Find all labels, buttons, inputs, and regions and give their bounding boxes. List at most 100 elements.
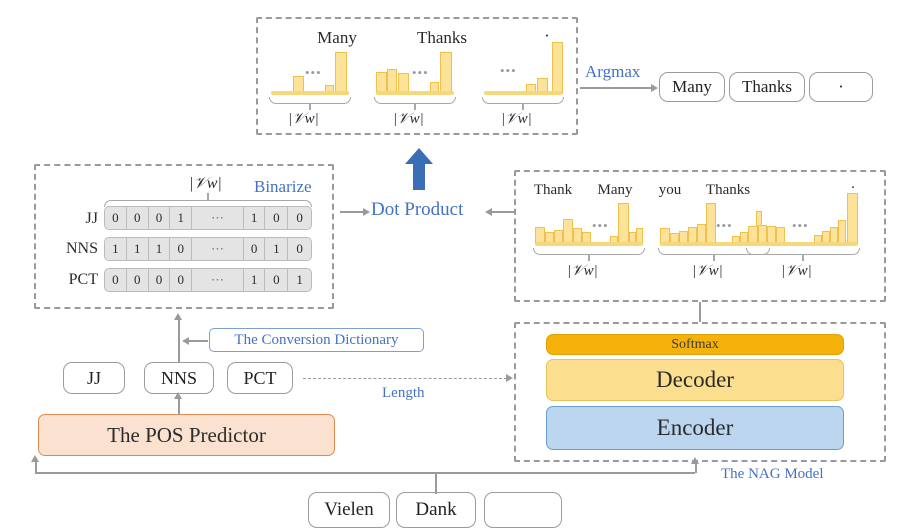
histogram-baseline bbox=[748, 242, 858, 246]
vocab-brace-stem-2 bbox=[522, 103, 524, 110]
layer-softmax-label: Softmax bbox=[671, 336, 719, 352]
input-to-pos-arrow bbox=[31, 455, 39, 462]
matrix-row-label-1: NNS bbox=[65, 240, 98, 257]
binarize-to-dot-line bbox=[340, 211, 364, 213]
matrix-cell: 0 bbox=[149, 269, 171, 291]
matrix-row-nns: 1 1 1 0 ⋯ 0 1 0 bbox=[104, 237, 312, 261]
decoder-vocab-label-2: |𝒱w| bbox=[781, 263, 812, 279]
matrix-row-label-0: JJ bbox=[85, 210, 98, 227]
matrix-cell: 0 bbox=[265, 269, 289, 291]
matrix-cell: 1 bbox=[105, 238, 127, 260]
pos-to-nns-arrow bbox=[174, 392, 182, 399]
matrix-cell: 0 bbox=[105, 269, 127, 291]
binarize-vocab-label: |𝒱w| bbox=[189, 175, 222, 192]
ellipsis-icon: ••• bbox=[412, 65, 429, 80]
source-token-2[interactable] bbox=[484, 492, 562, 528]
ellipsis-icon: ••• bbox=[592, 218, 609, 233]
binarize-to-dot-arrow bbox=[363, 207, 370, 216]
matrix-row-label-2: PCT bbox=[68, 271, 98, 288]
matrix-cell-ellipsis: ⋯ bbox=[192, 238, 244, 260]
output-peak-label-0: Many bbox=[317, 28, 357, 47]
matrix-row-pct: 0 0 0 0 ⋯ 1 0 1 bbox=[104, 268, 312, 292]
decoder-histogram-2: ••• bbox=[748, 193, 858, 246]
matrix-cell: 1 bbox=[265, 238, 289, 260]
layer-decoder[interactable]: Decoder bbox=[546, 359, 844, 401]
matrix-cell: 1 bbox=[244, 269, 266, 291]
conversion-dictionary-box[interactable]: The Conversion Dictionary bbox=[209, 328, 424, 352]
conversion-dictionary-label: The Conversion Dictionary bbox=[234, 331, 399, 348]
decoder-vocab-brace-stem-0 bbox=[588, 254, 590, 261]
argmax-arrow-head bbox=[651, 83, 658, 92]
decoder-vocab-brace-stem-1 bbox=[713, 254, 715, 261]
pos-tag-nns[interactable]: NNS bbox=[144, 362, 214, 394]
output-histogram-2: ••• bbox=[484, 42, 563, 95]
matrix-row-jj: 0 0 0 1 ⋯ 1 0 0 bbox=[104, 206, 312, 230]
pos-to-nns-line bbox=[178, 397, 180, 415]
matrix-cell: 0 bbox=[149, 207, 171, 229]
length-arrow-head bbox=[506, 374, 513, 382]
output-peak-label-1: Thanks bbox=[416, 28, 468, 47]
histogram-baseline bbox=[535, 242, 643, 246]
matrix-cell: 0 bbox=[105, 207, 127, 229]
matrix-cell: 1 bbox=[149, 238, 171, 260]
nns-to-binarize-line bbox=[178, 318, 180, 362]
vocab-brace-stem-0 bbox=[309, 103, 311, 110]
source-token-0[interactable]: Vielen bbox=[308, 492, 390, 528]
matrix-cell: 0 bbox=[170, 269, 193, 291]
decoder-vocab-label-0: |𝒱w| bbox=[567, 263, 598, 279]
matrix-cell: 0 bbox=[127, 207, 149, 229]
pos-tag-pct[interactable]: PCT bbox=[227, 362, 293, 394]
vocab-size-label-2: |𝒱w| bbox=[501, 111, 532, 127]
histogram-bars bbox=[535, 203, 643, 246]
vocab-size-label-1: |𝒱w| bbox=[393, 111, 424, 127]
matrix-cell: 0 bbox=[127, 269, 149, 291]
length-dashed-line bbox=[303, 378, 507, 379]
dot-product-label: Dot Product bbox=[371, 199, 464, 220]
histogram-baseline bbox=[376, 91, 454, 95]
input-to-encoder-arrow bbox=[691, 457, 699, 464]
ellipsis-icon: ••• bbox=[716, 218, 733, 233]
histogram-baseline bbox=[271, 91, 349, 95]
source-token-1[interactable]: Dank bbox=[396, 492, 476, 528]
matrix-cell: 0 bbox=[170, 238, 193, 260]
softmax-word-label-0: Thank bbox=[533, 182, 573, 198]
layer-encoder-label: Encoder bbox=[656, 415, 734, 440]
argmax-arrow-line bbox=[580, 87, 652, 89]
conversion-dictionary-arrow bbox=[182, 336, 189, 345]
input-riser-line bbox=[435, 472, 437, 494]
softmax-word-label-1: Many bbox=[597, 182, 633, 198]
matrix-cell: 1 bbox=[296, 272, 303, 287]
layer-decoder-label: Decoder bbox=[656, 367, 734, 392]
matrix-cell: 0 bbox=[296, 210, 303, 225]
argmax-token-2[interactable]: · bbox=[809, 72, 873, 102]
nns-to-binarize-arrow bbox=[174, 313, 182, 320]
output-histogram-1: ••• bbox=[376, 52, 454, 95]
argmax-label: Argmax bbox=[585, 62, 641, 81]
decoder-vocab-brace-stem-2 bbox=[802, 254, 804, 261]
argmax-token-1[interactable]: Thanks bbox=[729, 72, 805, 102]
nag-model-caption: The NAG Model bbox=[721, 466, 824, 482]
dot-product-up-arrow-icon bbox=[404, 148, 434, 195]
input-bus-line bbox=[35, 472, 695, 474]
ellipsis-icon: ••• bbox=[305, 65, 322, 80]
histogram-baseline bbox=[484, 91, 562, 95]
vocab-size-label-0: |𝒱w| bbox=[288, 111, 319, 127]
pos-predictor-label: The POS Predictor bbox=[107, 422, 266, 447]
softmax-to-dot-line bbox=[489, 211, 514, 213]
output-histogram-0: ••• bbox=[271, 52, 349, 95]
matrix-cell: 0 bbox=[265, 207, 289, 229]
matrix-cell: 1 bbox=[244, 207, 266, 229]
argmax-token-0[interactable]: Many bbox=[659, 72, 725, 102]
up-arrow-svg bbox=[405, 148, 433, 190]
decoder-vocab-label-1: |𝒱w| bbox=[692, 263, 723, 279]
pos-predictor-box[interactable]: The POS Predictor bbox=[38, 414, 335, 456]
binarize-brace-stem bbox=[207, 193, 209, 200]
pos-tag-jj[interactable]: JJ bbox=[63, 362, 125, 394]
layer-encoder[interactable]: Encoder bbox=[546, 406, 844, 450]
length-label: Length bbox=[382, 385, 425, 401]
matrix-cell-ellipsis: ⋯ bbox=[192, 269, 244, 291]
decoder-histogram-0: ••• bbox=[535, 203, 643, 246]
softmax-to-dot-arrow bbox=[485, 207, 492, 216]
ellipsis-icon: ••• bbox=[500, 63, 517, 78]
layer-softmax[interactable]: Softmax bbox=[546, 334, 844, 355]
